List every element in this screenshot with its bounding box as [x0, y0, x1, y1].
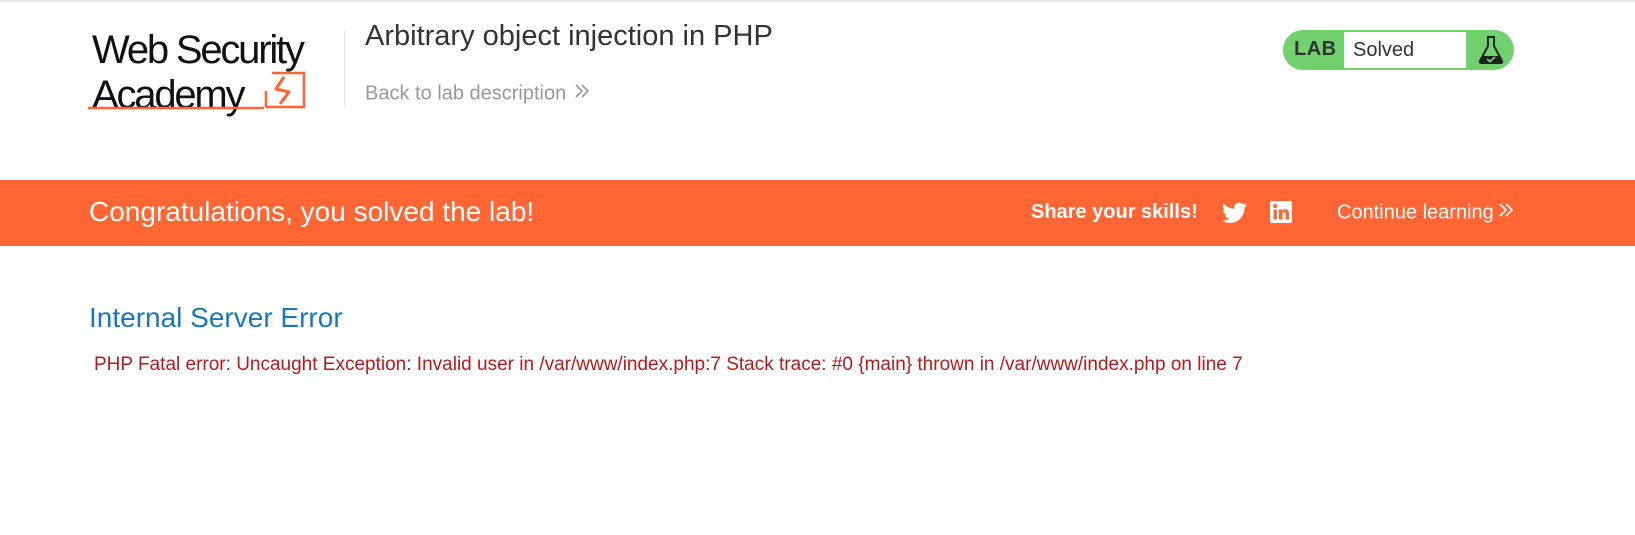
flask-check-icon: [1478, 36, 1504, 64]
continue-learning-label: Continue learning: [1337, 201, 1494, 224]
congratulations-message: Congratulations, you solved the lab!: [89, 196, 535, 227]
logo-text-line1: Web Security: [92, 28, 305, 72]
share-skills-label: Share your skills!: [1031, 201, 1198, 223]
lab-status-value: Solved: [1344, 32, 1466, 68]
lab-status-widget: LAB Solved: [1283, 30, 1514, 70]
lab-title: Arbitrary object injection in PHP: [365, 20, 773, 52]
lab-tag: LAB: [1294, 38, 1337, 60]
continue-learning-link[interactable]: Continue learning: [1337, 201, 1514, 225]
linkedin-icon[interactable]: [1270, 201, 1292, 223]
web-security-academy-logo[interactable]: Web Security Academy: [88, 27, 343, 119]
twitter-icon[interactable]: [1222, 202, 1247, 224]
error-message: PHP Fatal error: Uncaught Exception: Inv…: [94, 354, 1243, 375]
header-divider: [344, 30, 345, 108]
double-chevron-right-icon: [1498, 201, 1514, 225]
back-to-lab-description-link[interactable]: Back to lab description: [365, 82, 590, 106]
solved-banner: Congratulations, you solved the lab! Sha…: [0, 180, 1635, 246]
back-link-label: Back to lab description: [365, 82, 567, 105]
header: Web Security Academy Arbitrary object in…: [0, 0, 1635, 180]
logo-lightning-mark: [88, 71, 306, 110]
error-heading: Internal Server Error: [89, 302, 343, 333]
double-chevron-right-icon: [574, 82, 590, 106]
